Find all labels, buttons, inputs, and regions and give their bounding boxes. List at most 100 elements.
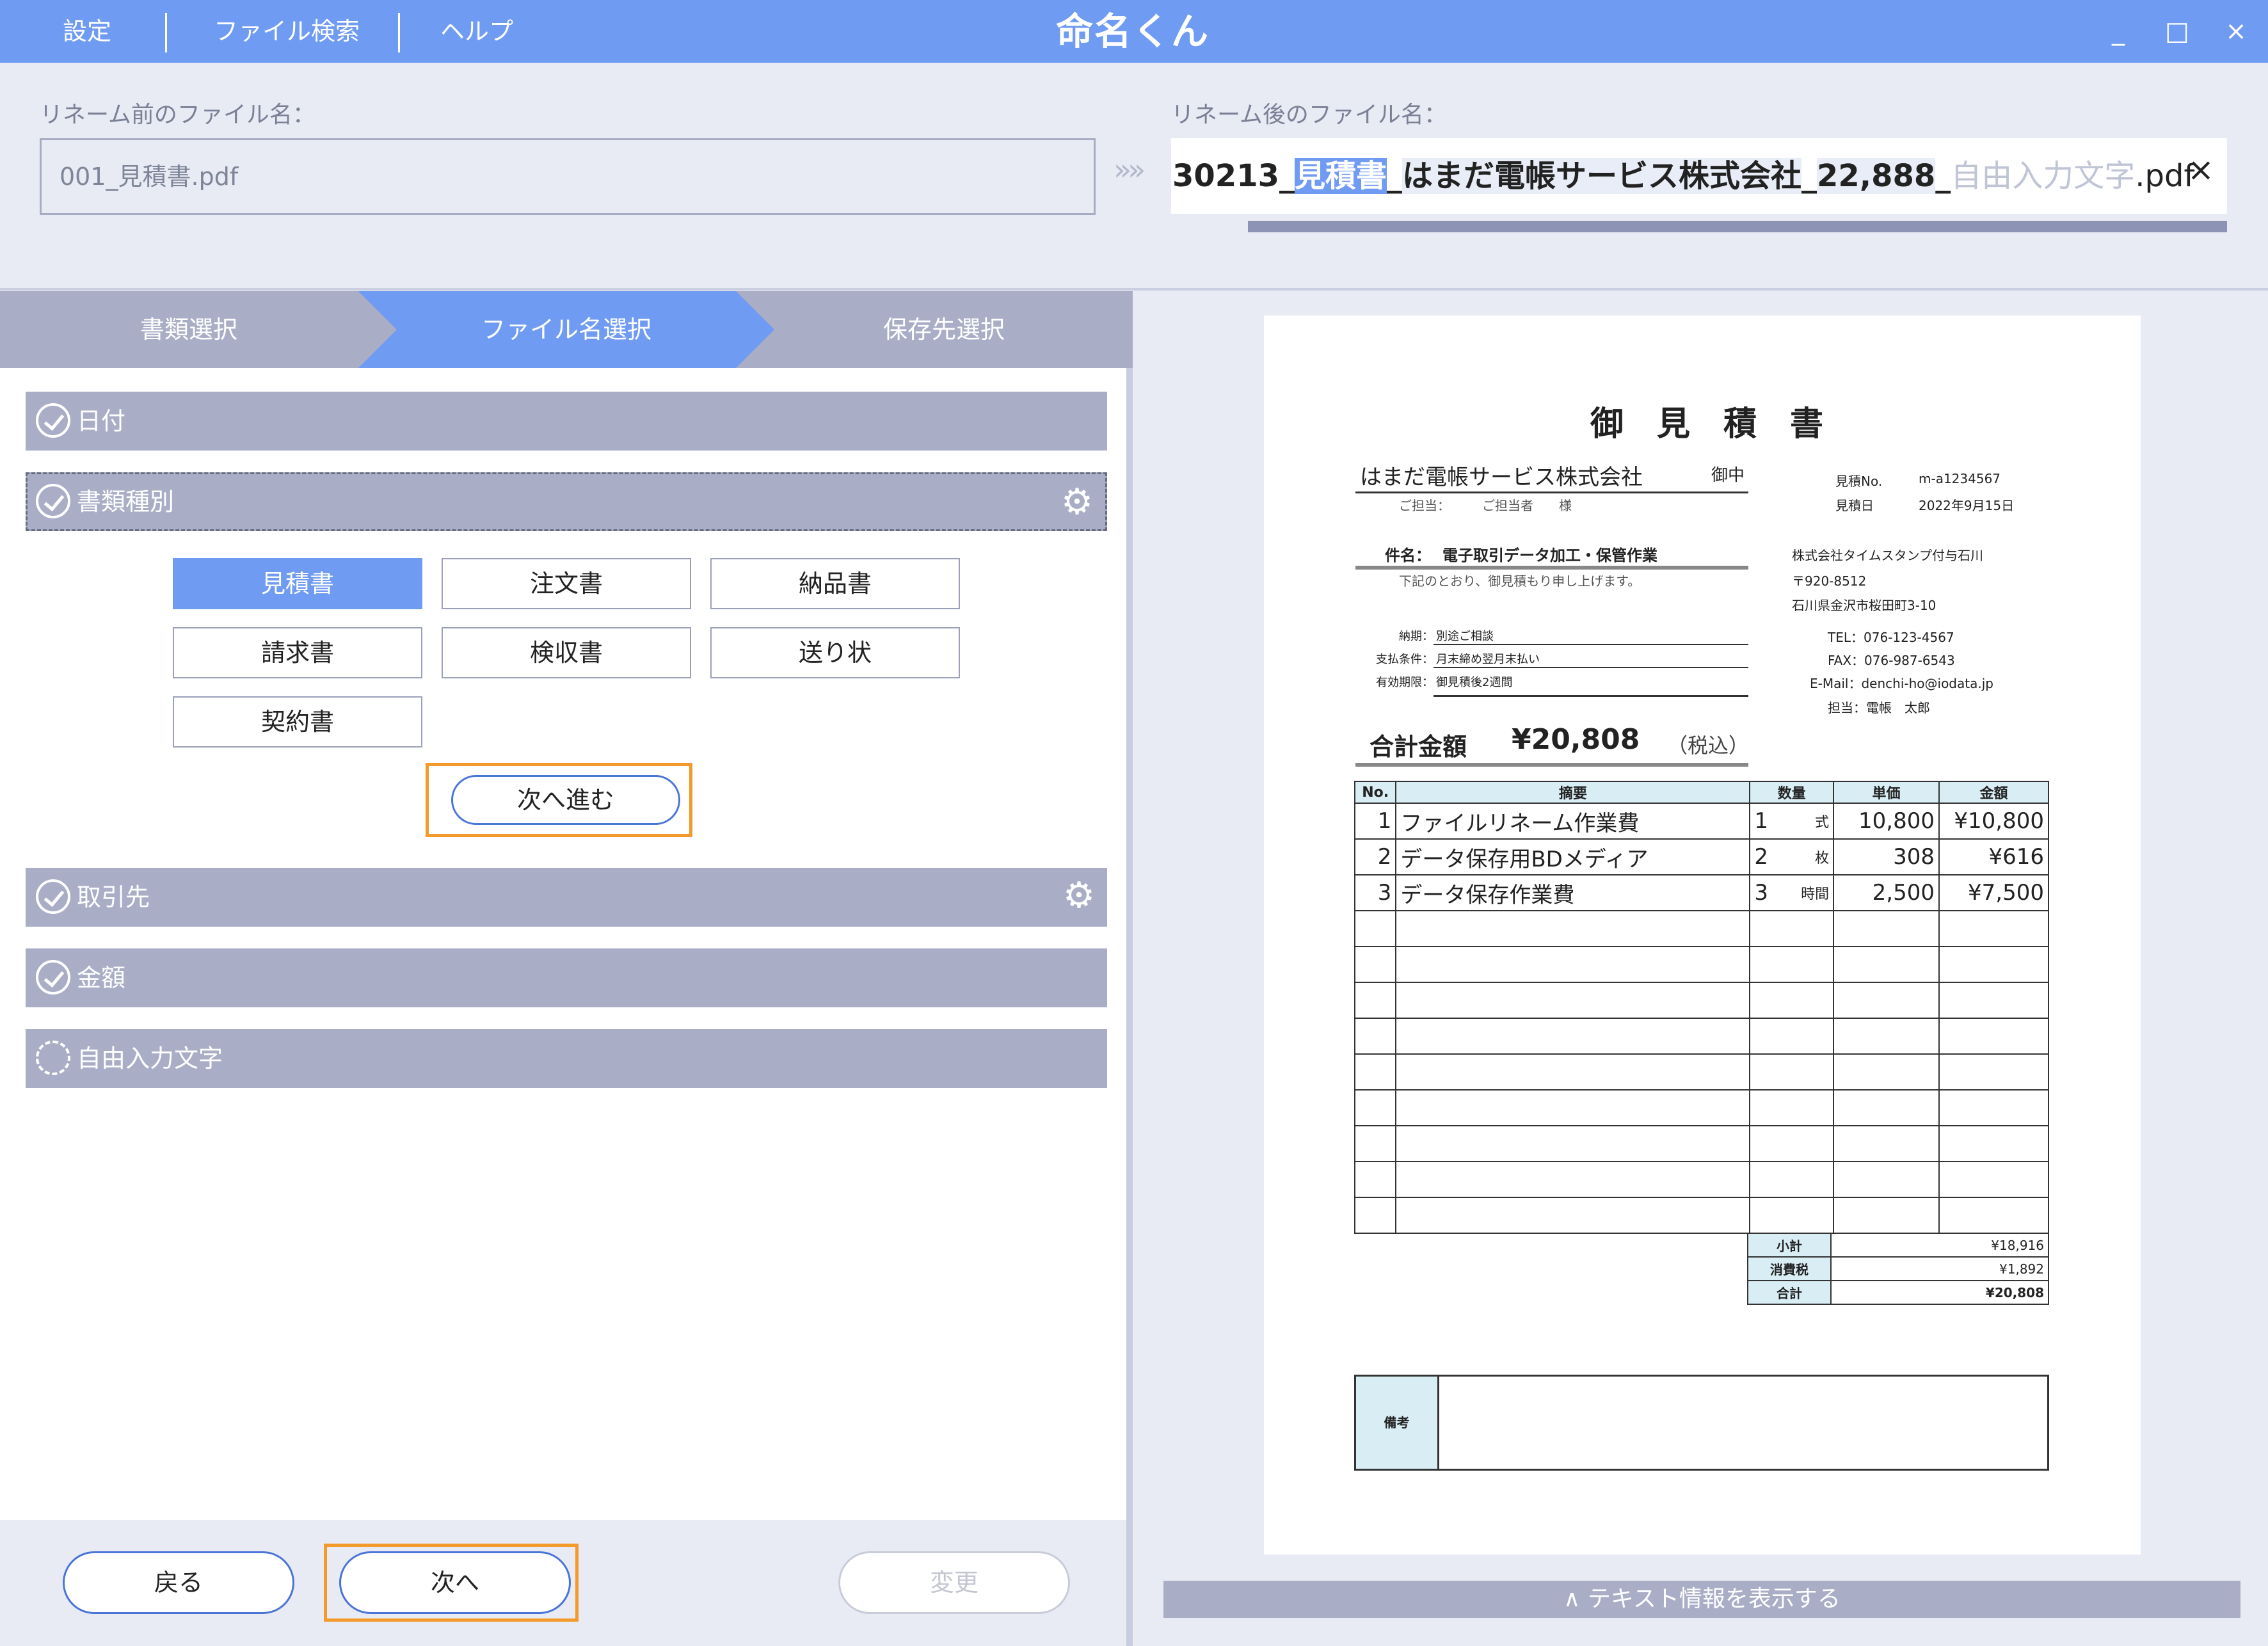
clear-icon[interactable]: × <box>2187 151 2214 188</box>
step-document-select: 書類選択 <box>140 316 237 344</box>
before-filename-field: 001_見積書.pdf <box>40 138 1096 215</box>
after-filename-label: リネーム後のファイル名： <box>1171 102 1447 128</box>
section-date[interactable]: 日付 <box>26 392 1107 451</box>
cell-price: 10,800 <box>1833 803 1940 840</box>
column-header: 金額 <box>1938 781 2049 804</box>
table-row-empty <box>1354 1125 2049 1162</box>
menu-file-search[interactable]: ファイル検索 <box>214 0 360 63</box>
doc-estimate-no-label: 見積No. <box>1835 474 1883 489</box>
maximize-button[interactable]: □ <box>2158 0 2196 63</box>
column-header: 摘要 <box>1395 781 1751 804</box>
after-date-part: 30213 <box>1172 158 1279 194</box>
next-step-button[interactable]: 次へ進む <box>451 775 680 825</box>
remarks-label: 備考 <box>1356 1377 1439 1469</box>
section-doc-type[interactable]: 書類種別 ⚙ <box>26 472 1107 531</box>
cell-amount: ¥10,800 <box>1938 803 2049 840</box>
table-row-empty <box>1354 1089 2049 1126</box>
gear-icon[interactable]: ⚙ <box>1061 878 1097 914</box>
after-separator: _ <box>1387 158 1403 194</box>
check-icon <box>36 484 70 518</box>
next-button[interactable]: 次へ <box>339 1551 571 1614</box>
doc-subject-label: 件名： <box>1385 547 1431 564</box>
doc-term-value: 月末締め翌月末払い <box>1436 653 1540 666</box>
section-amount[interactable]: 金額 <box>26 948 1107 1007</box>
underline <box>1355 491 1748 493</box>
cell-qty: 2 <box>1749 838 1789 875</box>
back-button[interactable]: 戻る <box>63 1551 294 1614</box>
doc-email: E-Mail：denchi-ho@iodata.jp <box>1810 676 1993 691</box>
cell-amount: ¥7,500 <box>1938 874 2049 911</box>
table-row-empty <box>1354 946 2049 983</box>
section-partner-label: 取引先 <box>77 883 150 911</box>
section-date-label: 日付 <box>77 407 126 435</box>
cell-price: 308 <box>1833 838 1940 875</box>
underline <box>1433 695 1748 697</box>
gear-icon[interactable]: ⚙ <box>1059 484 1095 520</box>
doctype-shipping-button[interactable]: 送り状 <box>710 627 960 678</box>
before-filename-label: リネーム前のファイル名： <box>40 102 315 128</box>
menu-separator <box>165 13 167 52</box>
after-freetext-part: 自由入力文字 <box>1951 158 2136 194</box>
table-row-empty <box>1354 1018 2049 1055</box>
doc-term-value: 御見積後2週間 <box>1436 676 1513 689</box>
step-destination-select: 保存先選択 <box>882 316 1005 344</box>
cell-no: 2 <box>1354 838 1397 875</box>
doctype-estimate-button[interactable]: 見積書 <box>173 558 422 609</box>
table-row-empty <box>1354 1197 2049 1234</box>
items-table: No. 摘要 数量 単価 金額 1 ファイルリネーム作業費 1 式 10,800… <box>1354 781 2049 1234</box>
tax-value: ¥1,892 <box>1830 1256 2049 1281</box>
after-filename-field[interactable]: 30213_見積書_はまだ電帳サービス株式会社_22,888_自由入力文字.pd… <box>1171 138 2227 214</box>
tax-label: 消費税 <box>1747 1256 1832 1281</box>
doc-term-label: 支払条件： <box>1376 653 1433 666</box>
cell-unit: 時間 <box>1788 874 1835 911</box>
filename-scrollbar[interactable] <box>1248 221 2227 232</box>
doc-tel: TEL：076-123-4567 <box>1828 630 1954 645</box>
doc-issuer: 株式会社タイムスタンプ付与石川 <box>1792 548 1983 563</box>
step-indicator: 書類選択 ファイル名選択 保存先選択 <box>0 291 1133 368</box>
doc-total-value: ¥20,808 <box>1512 723 1640 756</box>
underline <box>1355 566 1748 570</box>
menu-settings[interactable]: 設定 <box>63 0 111 63</box>
arrow-icon: »» <box>1114 152 1146 187</box>
subtotal-label: 小計 <box>1747 1233 1832 1258</box>
doctype-inspection-button[interactable]: 検収書 <box>442 627 691 678</box>
doc-contact: ご担当： ご担当者 様 <box>1399 498 1572 513</box>
section-partner[interactable]: 取引先 ⚙ <box>26 868 1107 927</box>
step-filename-select: ファイル名選択 <box>481 316 651 344</box>
doctype-delivery-button[interactable]: 納品書 <box>710 558 960 609</box>
remarks-box: 備考 <box>1354 1375 2049 1471</box>
underline <box>1355 763 1748 767</box>
menu-help[interactable]: ヘルプ <box>440 0 513 63</box>
after-doctype-part: 見積書 <box>1295 158 1387 194</box>
table-row-empty <box>1354 982 2049 1019</box>
show-text-info-toggle[interactable]: ∧ テキスト情報を表示する <box>1163 1581 2240 1618</box>
table-row-empty <box>1354 1161 2049 1198</box>
column-header: 単価 <box>1833 781 1940 804</box>
after-separator: _ <box>1935 158 1951 194</box>
underline <box>1433 667 1748 668</box>
cell-price: 2,500 <box>1833 874 1940 911</box>
cell-unit: 式 <box>1788 803 1835 840</box>
doc-estimate-date: 2022年9月15日 <box>1919 498 2015 513</box>
doctype-order-button[interactable]: 注文書 <box>442 558 691 609</box>
section-doc-type-label: 書類種別 <box>77 488 175 516</box>
doc-subject: 電子取引データ加工・保管作業 <box>1442 547 1657 564</box>
table-row: 1 ファイルリネーム作業費 1 式 10,800 ¥10,800 <box>1354 803 2049 840</box>
section-free-text[interactable]: 自由入力文字 <box>26 1029 1107 1088</box>
doc-honorific: 御中 <box>1711 466 1745 485</box>
close-button[interactable]: × <box>2217 0 2255 63</box>
after-partner-part: はまだ電帳サービス株式会社 <box>1402 158 1802 194</box>
doctype-invoice-button[interactable]: 請求書 <box>173 627 422 678</box>
doctype-contract-button[interactable]: 契約書 <box>173 696 422 747</box>
check-icon <box>36 403 70 438</box>
doc-title: 御 見 積 書 <box>1590 405 1824 443</box>
minimize-button[interactable]: _ <box>2099 0 2137 63</box>
after-amount-part: 22,888 <box>1817 158 1936 194</box>
check-icon <box>36 879 70 914</box>
doc-term-label: 納期： <box>1399 630 1433 643</box>
column-header: No. <box>1354 781 1397 804</box>
cell-desc: ファイルリネーム作業費 <box>1395 803 1751 840</box>
after-separator: _ <box>1279 158 1295 194</box>
table-row: 2 データ保存用BDメディア 2 枚 308 ¥616 <box>1354 838 2049 875</box>
title-bar: 設定 ファイル検索 ヘルプ 命名くん _ □ × <box>0 0 2268 63</box>
